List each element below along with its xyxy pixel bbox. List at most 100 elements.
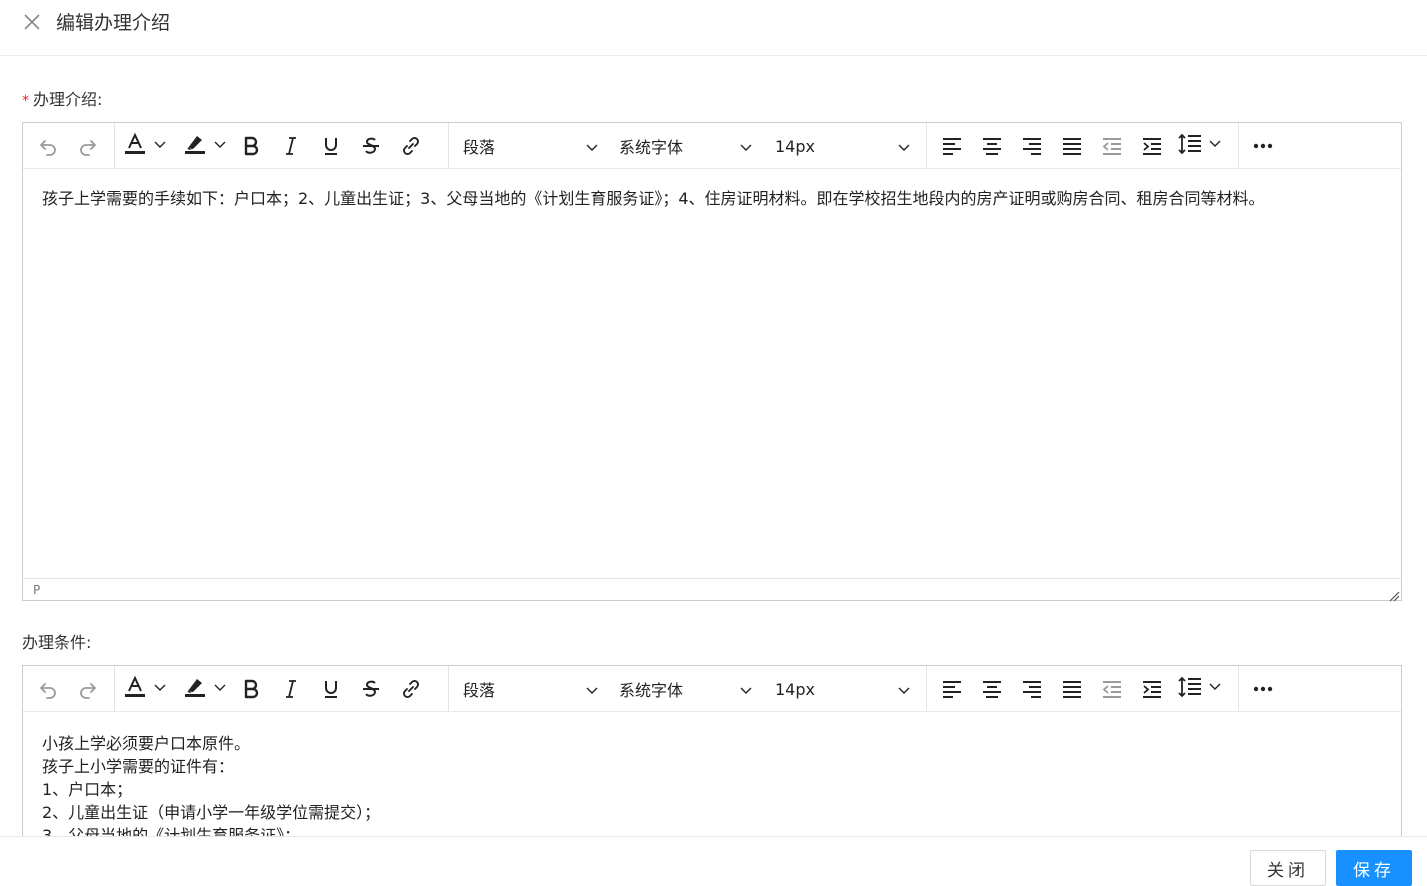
content-paragraph: 孩子上学需要的手续如下：户口本；2、儿童出生证；3、父母当地的《计划生育服务证》…: [42, 189, 1265, 208]
align-center-button[interactable]: [972, 671, 1012, 707]
more-icon: [1251, 677, 1275, 701]
redo-button[interactable]: [68, 128, 108, 164]
line-height-button[interactable]: [1172, 128, 1228, 164]
block-format-value: 段落: [463, 681, 496, 700]
outdent-icon: [1100, 134, 1124, 158]
link-button[interactable]: [391, 671, 431, 707]
content-line: 3、父母当地的《计划生育服务证》；: [42, 826, 301, 836]
toolbar-history-group: [28, 123, 115, 168]
align-center-icon: [980, 677, 1004, 701]
align-justify-button[interactable]: [1052, 128, 1092, 164]
align-left-button[interactable]: [932, 671, 972, 707]
content-line: 2、儿童出生证（申请小学一年级学位需提交）；: [42, 803, 381, 822]
undo-button[interactable]: [28, 671, 68, 707]
more-icon: [1251, 134, 1275, 158]
chevron-down-icon: [585, 139, 599, 158]
font-size-value: 14px: [775, 679, 815, 699]
underline-button[interactable]: [311, 128, 351, 164]
chevron-down-icon: [897, 682, 911, 701]
undo-button[interactable]: [28, 128, 68, 164]
line-height-icon: [1177, 675, 1223, 703]
editor-content-area[interactable]: 孩子上学需要的手续如下：户口本；2、儿童出生证；3、父母当地的《计划生育服务证》…: [23, 169, 1401, 228]
redo-icon: [76, 134, 100, 158]
content-line: 孩子上小学需要的证件有：: [42, 757, 235, 776]
align-center-button[interactable]: [972, 128, 1012, 164]
bold-button[interactable]: [231, 128, 271, 164]
underline-button[interactable]: [311, 671, 351, 707]
font-size-value: 14px: [775, 136, 815, 156]
block-format-select[interactable]: 段落: [449, 128, 607, 164]
link-button[interactable]: [391, 128, 431, 164]
strikethrough-icon: [359, 677, 383, 701]
editor-toolbar: 段落 系统字体 14px: [23, 666, 1401, 712]
editor-content-area[interactable]: 小孩上学必须要户口本原件。 孩子上小学需要的证件有： 1、户口本； 2、儿童出生…: [23, 712, 1401, 836]
highlight-color-button[interactable]: [179, 128, 231, 164]
outdent-button[interactable]: [1092, 128, 1132, 164]
italic-button[interactable]: [271, 671, 311, 707]
toolbar-align-group: [932, 666, 1239, 711]
align-right-button[interactable]: [1012, 128, 1052, 164]
strikethrough-button[interactable]: [351, 671, 391, 707]
bold-icon: [239, 677, 263, 701]
text-color-button[interactable]: [119, 671, 171, 707]
align-right-button[interactable]: [1012, 671, 1052, 707]
required-mark: *: [22, 93, 29, 109]
field-label-intro: * 办理介绍:: [22, 89, 102, 112]
strikethrough-button[interactable]: [351, 128, 391, 164]
align-right-icon: [1020, 677, 1044, 701]
toolbar-size-group: 14px: [761, 123, 927, 168]
font-family-select[interactable]: 系统字体: [605, 671, 761, 707]
bold-icon: [239, 134, 263, 158]
undo-icon: [36, 134, 60, 158]
dialog-header: 编辑办理介绍: [0, 0, 1427, 56]
highlight-color-button[interactable]: [179, 671, 231, 707]
redo-button[interactable]: [68, 671, 108, 707]
align-right-icon: [1020, 134, 1044, 158]
align-justify-button[interactable]: [1052, 671, 1092, 707]
line-height-icon: [1177, 132, 1223, 160]
font-family-value: 系统字体: [619, 681, 684, 700]
block-format-select[interactable]: 段落: [449, 671, 607, 707]
chevron-down-icon: [739, 682, 753, 701]
underline-icon: [319, 134, 343, 158]
toolbar-align-group: [932, 123, 1239, 168]
content-line: 小孩上学必须要户口本原件。: [42, 734, 251, 753]
highlight-icon: [183, 675, 227, 703]
field-label-text: 办理介绍:: [33, 90, 103, 109]
chevron-down-icon: [897, 139, 911, 158]
editor-toolbar: 段落 系统字体 14px: [23, 123, 1401, 169]
font-family-value: 系统字体: [619, 138, 684, 157]
indent-button[interactable]: [1132, 671, 1172, 707]
italic-button[interactable]: [271, 128, 311, 164]
text-color-button[interactable]: [119, 128, 171, 164]
more-button[interactable]: [1243, 128, 1283, 164]
font-size-select[interactable]: 14px: [761, 671, 919, 707]
outdent-icon: [1100, 677, 1124, 701]
line-height-button[interactable]: [1172, 671, 1228, 707]
close-button[interactable]: 关闭: [1250, 850, 1326, 886]
italic-icon: [279, 677, 303, 701]
save-button[interactable]: 保存: [1336, 850, 1412, 886]
align-justify-icon: [1060, 134, 1084, 158]
dialog-body: * 办理介绍: 段落 系统字体 14px 孩子上学需要的手续如下：户口本；2、儿…: [0, 56, 1427, 836]
field-label-text: 办理条件:: [22, 633, 92, 652]
bold-button[interactable]: [231, 671, 271, 707]
more-button[interactable]: [1243, 671, 1283, 707]
close-icon[interactable]: [20, 10, 44, 34]
outdent-button[interactable]: [1092, 671, 1132, 707]
rich-text-editor-conditions: 段落 系统字体 14px 小孩上学必须要户口本原件。 孩子上小学需要的证件有： …: [22, 665, 1402, 836]
font-size-select[interactable]: 14px: [761, 128, 919, 164]
align-left-icon: [940, 134, 964, 158]
element-path[interactable]: P: [33, 583, 40, 597]
font-family-select[interactable]: 系统字体: [605, 128, 761, 164]
toolbar-format-group: [115, 123, 449, 168]
toolbar-format-group: [115, 666, 449, 711]
text-color-icon: [123, 675, 167, 703]
chevron-down-icon: [585, 682, 599, 701]
strikethrough-icon: [359, 134, 383, 158]
align-left-button[interactable]: [932, 128, 972, 164]
resize-handle-icon[interactable]: [1388, 587, 1400, 602]
indent-button[interactable]: [1132, 128, 1172, 164]
underline-icon: [319, 677, 343, 701]
link-icon: [399, 134, 423, 158]
